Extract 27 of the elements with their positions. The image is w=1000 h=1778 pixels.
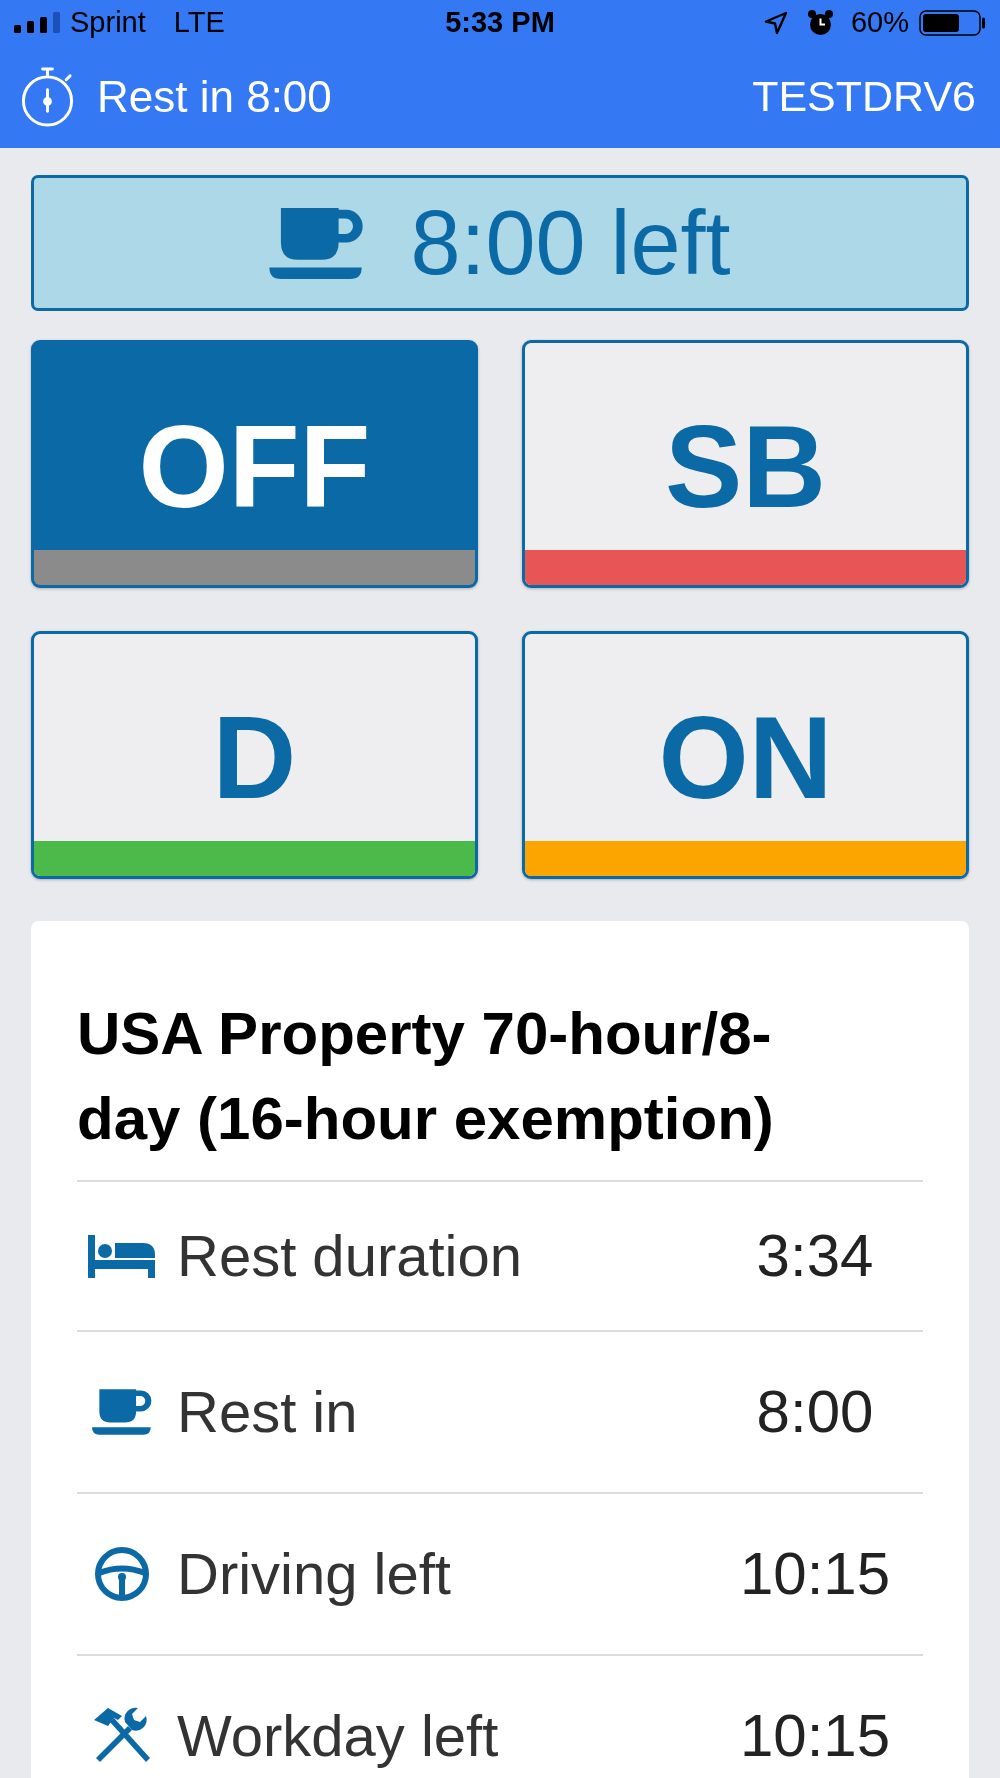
ruleset-title: USA Property 70-hour/8-day (16-hour exemption)	[77, 999, 775, 1154]
status-time: 5:33 PM	[445, 8, 555, 37]
bed-icon	[88, 1234, 155, 1278]
row-value: 3:34	[755, 1226, 875, 1286]
row-value: 10:15	[738, 1544, 892, 1604]
stopwatch-icon	[20, 66, 75, 127]
duty-status-button[interactable]: D	[31, 631, 478, 879]
alarm-clock-icon	[806, 9, 834, 36]
row-label: Rest duration	[177, 1227, 523, 1285]
battery-percent: 60%	[850, 8, 909, 37]
row-value: 10:15	[738, 1706, 892, 1766]
steering-wheel-icon	[94, 1547, 149, 1601]
cup-icon	[269, 205, 365, 281]
duty-status-button[interactable]: ON	[522, 631, 969, 879]
header-title: Rest in 8:00	[97, 74, 332, 119]
row-value: 8:00	[755, 1382, 875, 1442]
signal-icon	[14, 12, 61, 33]
location-arrow-icon	[763, 10, 788, 35]
time-left-text: 8:00 left	[410, 198, 731, 288]
duty-status-button[interactable]: SB	[522, 340, 969, 588]
row-label: Rest in	[177, 1383, 359, 1441]
carrier-name: Sprint	[70, 8, 146, 37]
network-type: LTE	[173, 8, 225, 37]
battery-icon	[919, 9, 986, 36]
cup-icon	[91, 1388, 152, 1436]
driver-id: TESTDRV6	[752, 75, 976, 118]
duty-status-button[interactable]: OFF	[31, 340, 478, 588]
